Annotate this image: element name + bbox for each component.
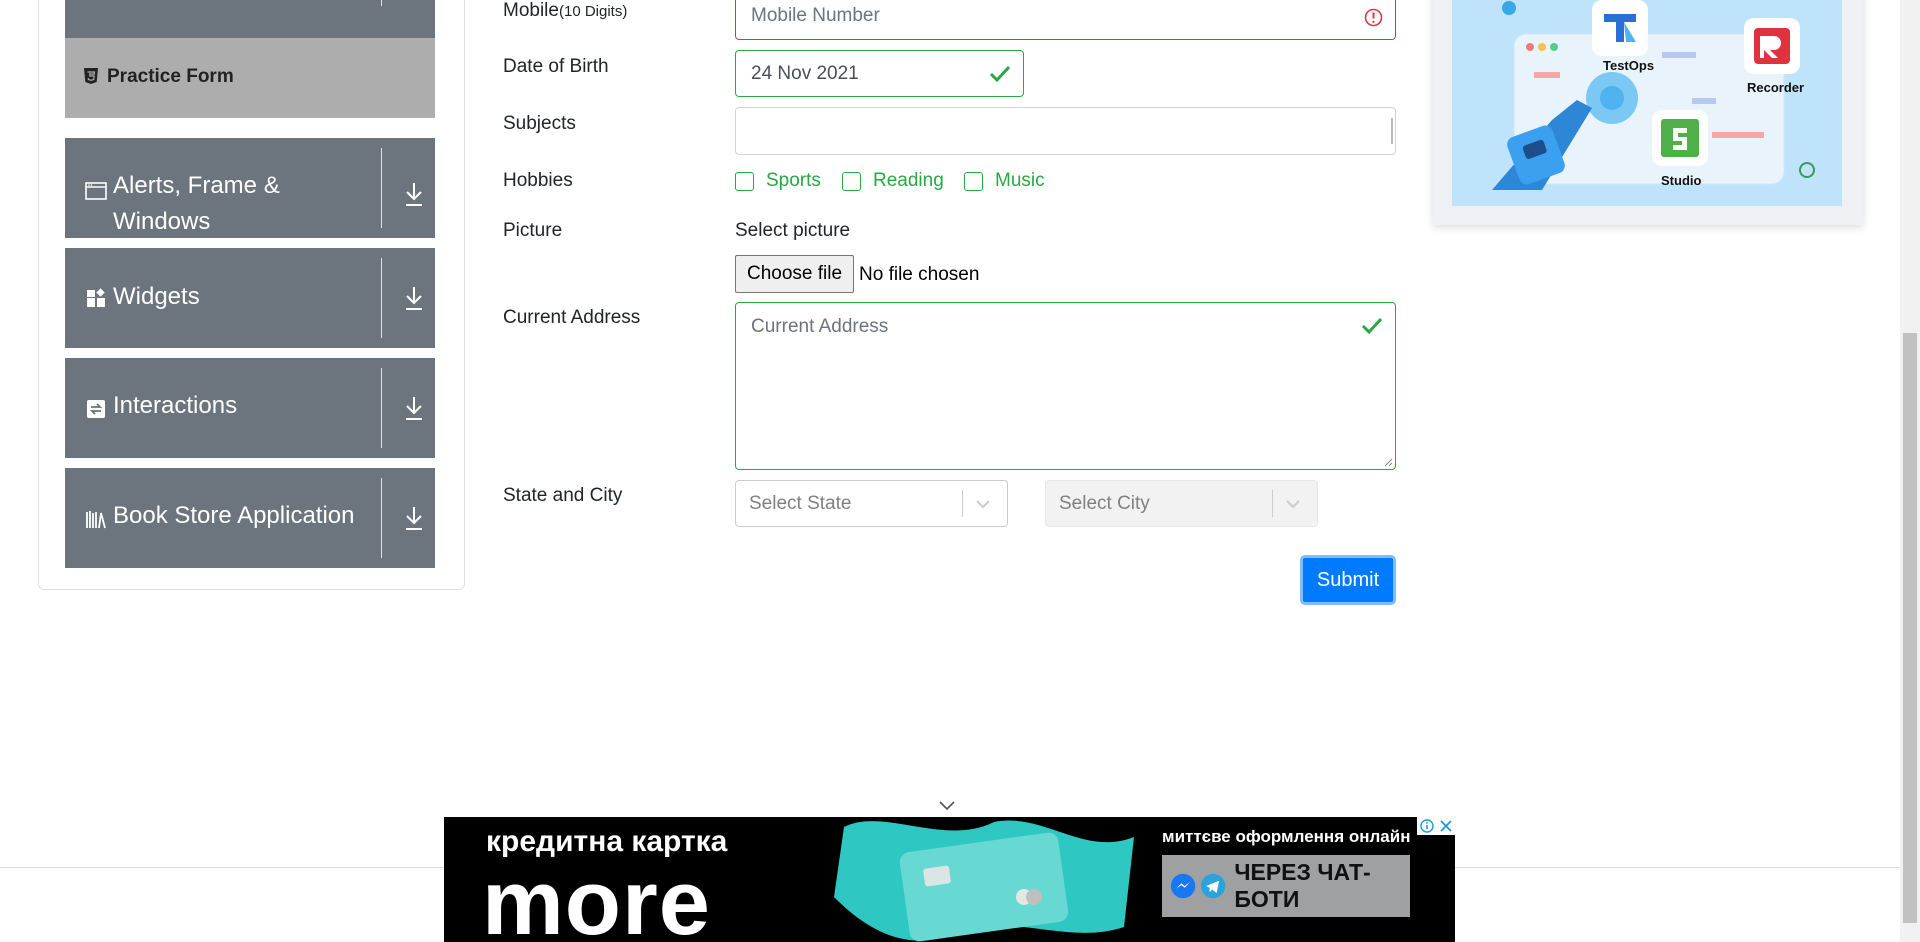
date-of-birth-input[interactable]: 24 Nov 2021 bbox=[735, 50, 1024, 97]
submit-button[interactable]: Submit bbox=[1300, 555, 1396, 605]
sidebar-group-label: Interactions bbox=[113, 392, 238, 419]
ad-brand: more bbox=[482, 852, 711, 942]
choose-file-button[interactable]: Choose file bbox=[735, 255, 854, 293]
mobile-label-text: Mobile bbox=[503, 0, 559, 21]
studio-label: Studio bbox=[1661, 173, 1702, 188]
sidebar-group-bookstore[interactable]: Book Store Application bbox=[65, 468, 435, 568]
vertical-scrollbar[interactable] bbox=[1900, 0, 1920, 942]
chevron-down-icon[interactable] bbox=[938, 800, 956, 812]
divider bbox=[381, 478, 382, 558]
picture-label: Picture bbox=[503, 220, 563, 241]
hobbies-label: Hobbies bbox=[503, 170, 573, 191]
subjects-input[interactable] bbox=[735, 107, 1396, 155]
checkmark-icon bbox=[989, 65, 1011, 83]
sidebar-group-interactions[interactable]: Interactions bbox=[65, 358, 435, 458]
interactions-icon bbox=[87, 400, 105, 418]
resize-handle-icon[interactable] bbox=[1383, 457, 1393, 467]
advertisement-banner[interactable]: кредитна картка more миттєве оформлення … bbox=[444, 817, 1455, 942]
robot-illustration bbox=[1492, 0, 1815, 190]
no-file-chosen-text: No file chosen bbox=[859, 264, 980, 285]
dob-value: 24 Nov 2021 bbox=[751, 62, 859, 84]
mobile-number-input[interactable]: Mobile Number bbox=[735, 0, 1396, 40]
download-icon bbox=[406, 183, 422, 206]
divider bbox=[962, 490, 963, 517]
download-icon bbox=[405, 0, 425, 2]
city-select[interactable]: Select City bbox=[1045, 480, 1318, 527]
widgets-icon bbox=[87, 288, 105, 307]
sidebar-group-forms[interactable] bbox=[65, 0, 435, 38]
state-select[interactable]: Select State bbox=[735, 480, 1008, 527]
error-icon bbox=[1364, 8, 1383, 27]
sidebar-group-alerts[interactable]: Alerts, Frame & Windows bbox=[65, 138, 435, 238]
credit-card-splash-image bbox=[834, 820, 1134, 942]
sidebar-group-label: Book Store Application bbox=[113, 502, 355, 529]
chevron-down-icon bbox=[1286, 500, 1300, 509]
input-cursor bbox=[1391, 118, 1393, 144]
hobby-label: Music bbox=[995, 170, 1045, 191]
checkmark-icon bbox=[1361, 317, 1383, 335]
checkbox[interactable] bbox=[964, 171, 983, 191]
window-icon bbox=[85, 182, 107, 200]
ad-subheadline: миттєве оформлення онлайн bbox=[1162, 827, 1411, 846]
sidebar-group-label: Alerts, Frame & bbox=[113, 172, 280, 199]
practice-form-label: Practice Form bbox=[107, 66, 234, 87]
divider bbox=[1272, 490, 1273, 517]
chevron-down-icon bbox=[976, 500, 990, 509]
select-picture-label: Select picture bbox=[735, 220, 851, 241]
hobby-music-checkbox[interactable]: Music bbox=[964, 170, 1045, 192]
html5-icon bbox=[84, 68, 98, 84]
divider bbox=[381, 148, 382, 228]
messenger-icon bbox=[1170, 873, 1196, 899]
download-icon bbox=[406, 397, 422, 420]
city-placeholder: Select City bbox=[1059, 493, 1150, 514]
current-address-textarea[interactable]: Current Address bbox=[735, 302, 1396, 470]
sidebar-item-practice-form[interactable]: Practice Form bbox=[65, 38, 435, 118]
recorder-label: Recorder bbox=[1747, 80, 1805, 95]
hobby-label: Sports bbox=[766, 170, 821, 191]
promo-banner[interactable]: TestOps Recorder Studio bbox=[1433, 0, 1863, 225]
state-placeholder: Select State bbox=[749, 493, 852, 514]
testops-label: TestOps bbox=[1603, 58, 1655, 73]
mobile-label: Mobile(10 Digits) bbox=[503, 0, 627, 22]
mobile-hint: (10 Digits) bbox=[558, 3, 628, 20]
divider bbox=[381, 368, 382, 448]
ad-info-icon[interactable] bbox=[1417, 817, 1437, 835]
checkbox[interactable] bbox=[735, 171, 754, 191]
ad-chatbot-button[interactable]: ЧЕРЕЗ ЧАТ-БОТИ bbox=[1162, 855, 1410, 917]
dob-label: Date of Birth bbox=[503, 56, 609, 77]
divider bbox=[381, 258, 382, 338]
scrollbar-thumb[interactable] bbox=[1903, 333, 1917, 923]
ad-button-label: ЧЕРЕЗ ЧАТ-БОТИ bbox=[1234, 859, 1371, 912]
ad-close-icon[interactable] bbox=[1437, 817, 1455, 835]
hobby-sports-checkbox[interactable]: Sports bbox=[735, 170, 821, 192]
sidebar-group-label-line2: Windows bbox=[113, 208, 211, 235]
address-placeholder: Current Address bbox=[751, 316, 889, 337]
mobile-placeholder: Mobile Number bbox=[751, 5, 880, 26]
download-icon bbox=[406, 507, 422, 530]
telegram-icon bbox=[1201, 873, 1226, 899]
sidebar-group-label: Widgets bbox=[113, 283, 200, 310]
download-icon bbox=[406, 287, 422, 310]
subjects-label: Subjects bbox=[503, 113, 576, 134]
sidebar-group-widgets[interactable]: Widgets bbox=[65, 248, 435, 348]
current-address-label: Current Address bbox=[503, 307, 641, 328]
state-city-label: State and City bbox=[503, 485, 623, 506]
checkbox[interactable] bbox=[842, 171, 861, 191]
books-icon bbox=[86, 511, 106, 529]
promo-image: TestOps Recorder Studio bbox=[1452, 0, 1842, 206]
hobby-label: Reading bbox=[873, 170, 944, 191]
hobby-reading-checkbox[interactable]: Reading bbox=[842, 170, 944, 192]
